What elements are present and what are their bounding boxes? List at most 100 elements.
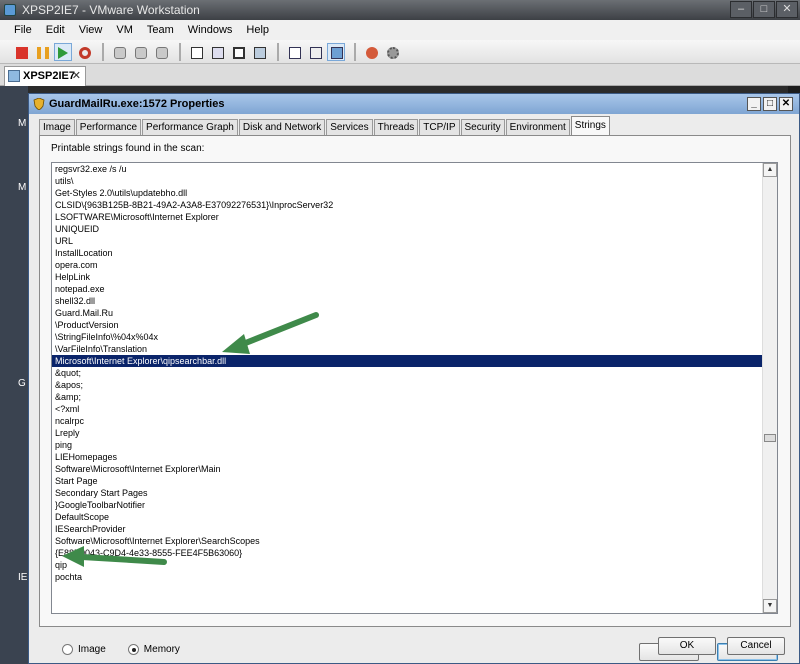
tab-close-icon[interactable]: ✕ <box>72 67 81 85</box>
strings-scrollbar[interactable]: ▲ ▼ <box>762 163 777 613</box>
tab-strings[interactable]: Strings <box>570 116 610 135</box>
minimize-button[interactable]: – <box>730 1 752 18</box>
list-item[interactable]: Software\Microsoft\Internet Explorer\Mai… <box>52 463 763 475</box>
vm-icon <box>8 70 20 82</box>
sidebar-toggle-button[interactable] <box>187 43 205 61</box>
list-item[interactable]: opera.com <box>52 259 763 271</box>
properties-dialog: GuardMailRu.exe:1572 Properties _ □ ✕ Im… <box>28 93 800 664</box>
menu-edit[interactable]: Edit <box>46 24 65 36</box>
fullscreen-icon <box>233 46 245 59</box>
snapshot-button[interactable] <box>110 43 128 61</box>
strings-caption: Printable strings found in the scan: <box>51 143 205 154</box>
list-item[interactable]: LIEHomepages <box>52 451 763 463</box>
list-item[interactable]: InstallLocation <box>52 247 763 259</box>
strings-panel: Printable strings found in the scan: reg… <box>39 135 791 661</box>
snapshot-manager-button[interactable] <box>152 43 170 61</box>
fullscreen-button[interactable] <box>229 43 247 61</box>
desktop-icon-fragment: G <box>18 378 26 389</box>
dialog-minimize-button[interactable]: _ <box>747 97 761 111</box>
list-item[interactable]: pochta <box>52 571 763 583</box>
toolbar-separator <box>354 42 356 61</box>
monitor-icon <box>331 46 343 59</box>
list-item[interactable]: ncalrpc <box>52 415 763 427</box>
menu-team[interactable]: Team <box>147 24 174 36</box>
list-item[interactable]: notepad.exe <box>52 283 763 295</box>
list-item[interactable]: CLSID\{963B125B-8B21-49A2-A3A8-E37092276… <box>52 199 763 211</box>
strings-list: regsvr32.exe /s /u utils\ Get-Styles 2.0\u… <box>52 163 763 583</box>
summary-icon <box>289 46 301 59</box>
scroll-thumb[interactable] <box>764 434 776 442</box>
list-item[interactable]: Get-Styles 2.0\utils\updatebho.dll <box>52 187 763 199</box>
list-item[interactable]: LSOFTWARE\Microsoft\Internet Explorer <box>52 211 763 223</box>
power-off-button[interactable] <box>12 43 30 61</box>
summary-view-button[interactable] <box>285 43 303 61</box>
unity-button[interactable] <box>362 43 380 61</box>
list-item[interactable]: regsvr32.exe /s /u <box>52 163 763 175</box>
power-on-button[interactable] <box>54 42 72 61</box>
list-item[interactable]: Guard.Mail.Ru <box>52 307 763 319</box>
tab-environment[interactable]: Environment <box>505 119 570 135</box>
vmware-title-bar: XPSP2IE7 - VMware Workstation – □ ✕ <box>0 0 800 20</box>
dialog-title-bar: GuardMailRu.exe:1572 Properties _ □ ✕ <box>29 94 799 114</box>
snapshot-icon <box>114 46 126 59</box>
tab-disk-and-network[interactable]: Disk and Network <box>238 119 326 135</box>
scroll-down-icon[interactable]: ▼ <box>763 599 777 613</box>
list-item[interactable]: Software\Microsoft\Internet Explorer\Sea… <box>52 535 763 547</box>
scroll-up-icon[interactable]: ▲ <box>763 163 777 177</box>
tab-performance-graph[interactable]: Performance Graph <box>142 119 238 135</box>
dialog-close-button[interactable]: ✕ <box>779 97 793 111</box>
settings-button[interactable] <box>383 43 401 61</box>
menu-windows[interactable]: Windows <box>188 24 233 36</box>
console-tab-button[interactable] <box>327 42 345 61</box>
list-item[interactable]: <?xml <box>52 403 763 415</box>
list-item[interactable]: \ProductVersion <box>52 319 763 331</box>
list-item[interactable]: qip <box>52 559 763 571</box>
menu-help[interactable]: Help <box>246 24 269 36</box>
list-item[interactable]: {E88E0043-C9D4-4e33-8555-FEE4F5B63060} <box>52 547 763 559</box>
unity-icon <box>366 46 378 59</box>
menu-vm[interactable]: VM <box>116 24 133 36</box>
list-item[interactable]: DefaultScope <box>52 511 763 523</box>
list-item[interactable]: IESearchProvider <box>52 523 763 535</box>
list-item[interactable]: ping <box>52 439 763 451</box>
tab-vm-xpsp2ie7[interactable]: XPSP2IE7 ✕ <box>4 66 86 86</box>
tab-performance[interactable]: Performance <box>75 119 142 135</box>
maximize-button[interactable]: □ <box>753 1 775 18</box>
list-item[interactable]: Secondary Start Pages <box>52 487 763 499</box>
ok-button[interactable]: OK <box>658 637 716 655</box>
menu-view[interactable]: View <box>79 24 103 36</box>
close-button[interactable]: ✕ <box>776 1 798 18</box>
list-item[interactable]: UNIQUEID <box>52 223 763 235</box>
list-item[interactable]: shell32.dll <box>52 295 763 307</box>
tab-image[interactable]: Image <box>39 119 75 135</box>
list-item[interactable]: Start Page <box>52 475 763 487</box>
radio-memory[interactable] <box>127 644 139 655</box>
appliance-view-button[interactable] <box>306 43 324 61</box>
tab-security[interactable]: Security <box>460 119 505 135</box>
list-item[interactable]: }GoogleToolbarNotifier <box>52 499 763 511</box>
list-item[interactable]: \StringFileInfo\%04x%04x <box>52 331 763 343</box>
strings-listbox[interactable]: regsvr32.exe /s /u utils\ Get-Styles 2.0\u… <box>51 162 778 614</box>
reset-button[interactable] <box>75 43 93 61</box>
list-item[interactable]: &quot; <box>52 367 763 379</box>
list-item[interactable]: Microsoft\Internet Explorer\qipsearchbar… <box>52 355 763 367</box>
list-item[interactable]: utils\ <box>52 175 763 187</box>
list-item[interactable]: Lreply <box>52 427 763 439</box>
desktop-icon-fragment: M <box>18 182 27 193</box>
list-item[interactable]: &amp; <box>52 391 763 403</box>
cancel-button[interactable]: Cancel <box>727 637 785 655</box>
suspend-button[interactable] <box>33 43 51 61</box>
quick-switch-button[interactable] <box>208 43 226 61</box>
dialog-maximize-button[interactable]: □ <box>763 97 777 111</box>
tab-tcp-ip[interactable]: TCP/IP <box>419 119 460 135</box>
menu-file[interactable]: File <box>14 24 32 36</box>
list-item[interactable]: \VarFileInfo\Translation <box>52 343 763 355</box>
tab-threads[interactable]: Threads <box>373 119 419 135</box>
console-view-button[interactable] <box>250 43 268 61</box>
list-item[interactable]: &apos; <box>52 379 763 391</box>
list-item[interactable]: URL <box>52 235 763 247</box>
radio-image[interactable] <box>62 644 73 655</box>
list-item[interactable]: HelpLink <box>52 271 763 283</box>
revert-snapshot-button[interactable] <box>131 43 149 61</box>
tab-services[interactable]: Services <box>326 119 373 135</box>
